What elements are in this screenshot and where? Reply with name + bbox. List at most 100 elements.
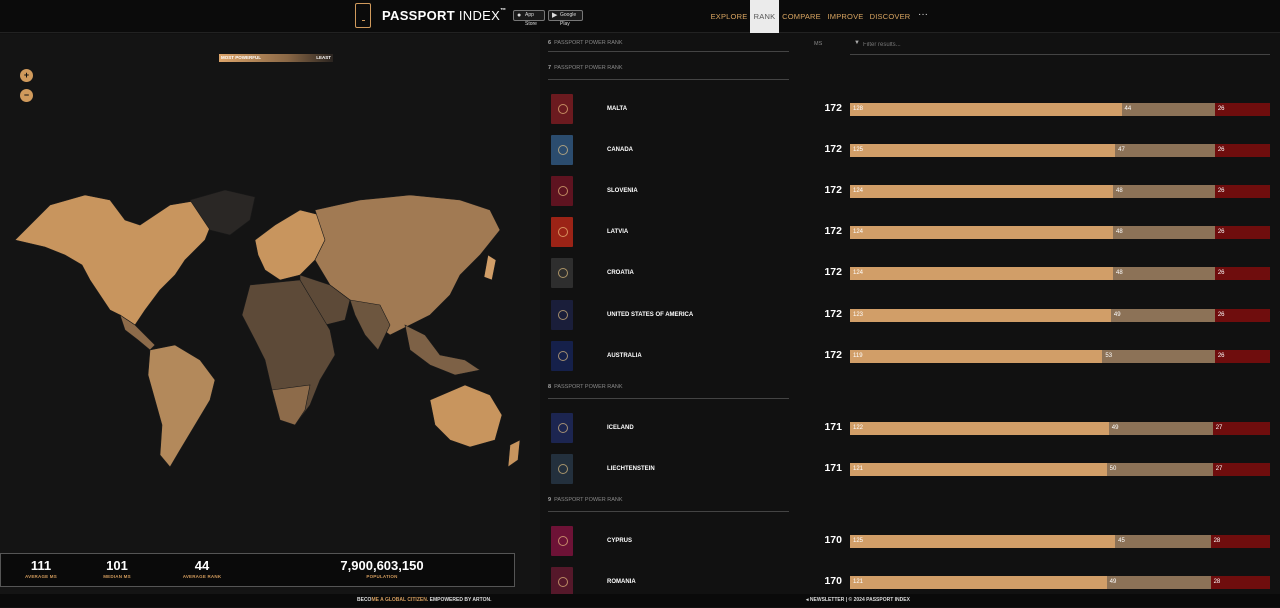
play-icon: ▶: [552, 12, 558, 19]
top-header: PASSPORT INDEX™ ● App Store ▶ Google Play …: [0, 0, 1280, 33]
passport-cover-image[interactable]: [551, 94, 573, 124]
map-japan: [483, 254, 497, 281]
footer-newsletter[interactable]: ◂ NEWSLETTER | © 2024 PASSPORT INDEX: [806, 594, 910, 607]
visa-free-segment: 125: [850, 535, 1116, 548]
map-europe: [254, 209, 326, 281]
country-name[interactable]: ICELAND: [607, 425, 634, 431]
country-row[interactable]: MALTA 172 128 44 26: [540, 94, 1280, 135]
map-legend: MOST POWERFUL LEAST: [219, 54, 333, 62]
mobility-score: 170: [824, 534, 842, 546]
site-logo[interactable]: PASSPORT INDEX™: [382, 8, 506, 23]
rank-group-header: 8 PASSPORT POWER RANK: [548, 384, 789, 399]
passport-logo-icon[interactable]: [355, 3, 371, 28]
passport-cover-image[interactable]: [551, 300, 573, 330]
stat-average-ms: 111 AVERAGE MS: [25, 558, 57, 579]
passport-cover-image[interactable]: [551, 135, 573, 165]
visa-breakdown-bar[interactable]: 119 53 26: [850, 350, 1270, 363]
passport-cover-image[interactable]: [551, 217, 573, 247]
nav-compare[interactable]: COMPARE: [781, 0, 822, 33]
country-row[interactable]: SLOVENIA 172 124 48 26: [540, 176, 1280, 217]
map-new-zealand: [507, 439, 521, 468]
country-name[interactable]: ROMANIA: [607, 579, 636, 585]
mobility-score: 172: [824, 143, 842, 155]
zoom-in-button[interactable]: +: [20, 69, 33, 82]
visa-breakdown-bar[interactable]: 125 45 28: [850, 535, 1270, 548]
country-row[interactable]: CANADA 172 125 47 26: [540, 135, 1280, 176]
country-row[interactable]: LIECHTENSTEIN 171 121 50 27: [540, 454, 1280, 495]
visa-required-segment: 28: [1210, 576, 1270, 589]
filter-input[interactable]: [863, 39, 1243, 51]
visa-free-segment: 119: [850, 350, 1103, 363]
map-southeast-asia: [404, 324, 481, 376]
country-name[interactable]: CROATIA: [607, 270, 634, 276]
visa-required-segment: 26: [1214, 144, 1270, 157]
ms-column-header[interactable]: MS: [814, 41, 822, 47]
visa-breakdown-bar[interactable]: 124 48 26: [850, 226, 1270, 239]
country-name[interactable]: LIECHTENSTEIN: [607, 466, 655, 472]
visa-required-segment: 26: [1214, 267, 1270, 280]
country-row[interactable]: LATVIA 172 124 48 26: [540, 217, 1280, 258]
country-name[interactable]: CANADA: [607, 147, 633, 153]
visa-breakdown-bar[interactable]: 121 49 28: [850, 576, 1270, 589]
rank-group-header: 7 PASSPORT POWER RANK: [548, 65, 789, 80]
country-row[interactable]: CYPRUS 170 125 45 28: [540, 526, 1280, 567]
country-row[interactable]: AUSTRALIA 172 119 53 26: [540, 341, 1280, 382]
world-map[interactable]: [10, 185, 540, 485]
visa-breakdown-bar[interactable]: 128 44 26: [850, 103, 1270, 116]
visa-on-arrival-segment: 49: [1106, 576, 1211, 589]
visa-breakdown-bar[interactable]: 124 48 26: [850, 267, 1270, 280]
country-name[interactable]: LATVIA: [607, 229, 628, 235]
country-name[interactable]: UNITED STATES OF AMERICA: [607, 312, 693, 318]
stats-bar: 111 AVERAGE MS 101 MEDIAN MS 44 AVERAGE …: [0, 553, 515, 587]
mobility-score: 171: [824, 421, 842, 433]
zoom-out-button[interactable]: −: [20, 89, 33, 102]
map-southern-africa: [271, 384, 311, 426]
map-north-america: [14, 194, 216, 326]
passport-cover-image[interactable]: [551, 567, 573, 597]
visa-free-segment: 121: [850, 463, 1107, 476]
filter-icon: ▼: [854, 40, 860, 46]
country-name[interactable]: MALTA: [607, 106, 627, 112]
country-row[interactable]: ICELAND 171 122 49 27: [540, 413, 1280, 454]
footer-tagline[interactable]: BECOME A GLOBAL CITIZEN. EMPOWERED BY AR…: [357, 594, 491, 607]
mobility-score: 172: [824, 225, 842, 237]
visa-breakdown-bar[interactable]: 123 49 26: [850, 309, 1270, 322]
app-store-badge[interactable]: ● App Store: [513, 10, 545, 27]
visa-breakdown-bar[interactable]: 125 47 26: [850, 144, 1270, 157]
visa-breakdown-bar[interactable]: 121 50 27: [850, 463, 1270, 476]
visa-free-segment: 123: [850, 309, 1111, 322]
passport-cover-image[interactable]: [551, 258, 573, 288]
rank-group-header: 6 PASSPORT POWER RANK: [548, 40, 789, 52]
mobility-score: 172: [824, 184, 842, 196]
visa-required-segment: 28: [1210, 535, 1270, 548]
visa-breakdown-bar[interactable]: 122 49 27: [850, 422, 1270, 435]
more-menu-icon[interactable]: ···: [918, 9, 928, 20]
mobility-score: 170: [824, 575, 842, 587]
mobility-score: 172: [824, 308, 842, 320]
visa-free-segment: 122: [850, 422, 1109, 435]
passport-cover-image[interactable]: [551, 341, 573, 371]
country-row[interactable]: CROATIA 172 124 48 26: [540, 258, 1280, 299]
visa-required-segment: 26: [1214, 226, 1270, 239]
mobility-score: 171: [824, 462, 842, 474]
mobility-score: 172: [824, 102, 842, 114]
nav-improve[interactable]: IMPROVE: [826, 0, 865, 33]
nav-rank[interactable]: RANK: [750, 0, 779, 33]
country-name[interactable]: CYPRUS: [607, 538, 632, 544]
country-name[interactable]: SLOVENIA: [607, 188, 638, 194]
passport-cover-image[interactable]: [551, 526, 573, 556]
passport-cover-image[interactable]: [551, 176, 573, 206]
footer: BECOME A GLOBAL CITIZEN. EMPOWERED BY AR…: [0, 594, 1280, 607]
visa-breakdown-bar[interactable]: 124 48 26: [850, 185, 1270, 198]
stat-population: 7,900,603,150 POPULATION: [340, 558, 424, 579]
google-play-badge[interactable]: ▶ Google Play: [548, 10, 583, 27]
visa-on-arrival-segment: 53: [1102, 350, 1215, 363]
visa-required-segment: 26: [1214, 103, 1270, 116]
passport-cover-image[interactable]: [551, 413, 573, 443]
nav-discover[interactable]: DISCOVER: [869, 0, 911, 33]
country-name[interactable]: AUSTRALIA: [607, 353, 642, 359]
country-row[interactable]: UNITED STATES OF AMERICA 172 123 49 26: [540, 300, 1280, 341]
passport-cover-image[interactable]: [551, 454, 573, 484]
nav-explore[interactable]: EXPLORE: [709, 0, 749, 33]
visa-on-arrival-segment: 47: [1115, 144, 1215, 157]
